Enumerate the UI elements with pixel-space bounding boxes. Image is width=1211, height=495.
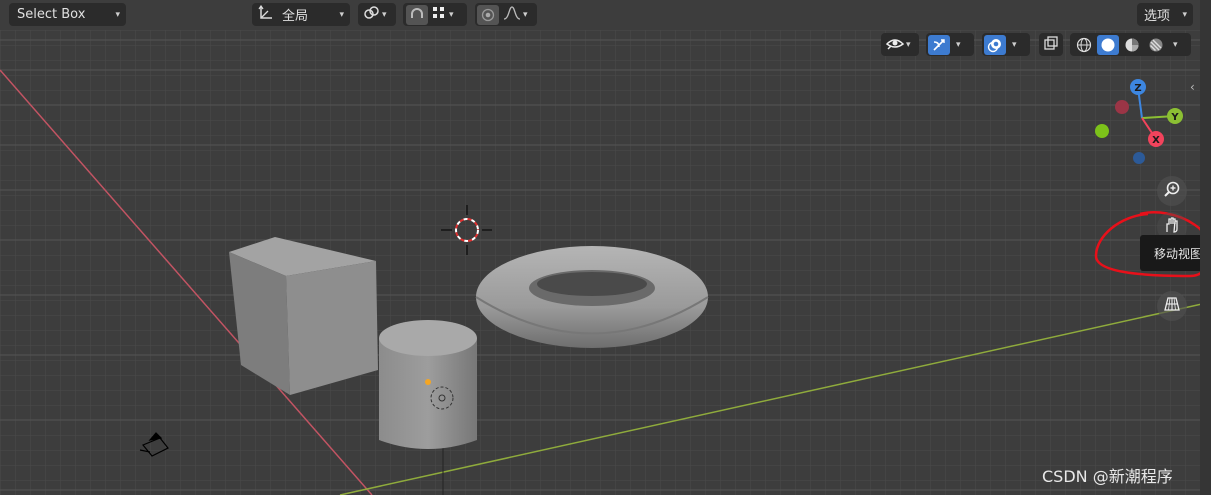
zoom-view-icon [1163,180,1181,202]
wireframe-shading-icon[interactable] [1073,35,1095,55]
chevron-down-icon: ▾ [1012,39,1017,50]
3d-viewport[interactable]: Z Y X Select Box ▾ 全局 ▾ ▾ ▾ ▾ 选项 ▾ ▾ ▾ ▾… [0,0,1211,495]
gizmo-neg-x[interactable] [1115,100,1129,114]
chevron-down-icon: ▾ [1173,39,1178,50]
transform-orientation-icon [258,4,274,25]
xray-toggle-icon [1043,35,1059,55]
overlay-toggle[interactable]: ▾ [982,33,1030,56]
rendered-shading-icon[interactable] [1145,35,1167,55]
options-dropdown[interactable]: 选项 ▾ [1137,3,1193,26]
snap-controls[interactable]: ▾ [403,3,467,26]
chevron-down-icon: ▾ [523,9,528,20]
chevron-down-icon: ▾ [339,9,344,20]
visibility-dropdown[interactable]: ▾ [881,33,919,56]
cylinder-object[interactable] [379,320,477,449]
overlay-icon[interactable] [984,34,1006,55]
xray-toggle[interactable] [1039,33,1063,56]
proportional-editing-icon[interactable] [477,4,499,25]
chevron-down-icon: ▾ [906,39,911,50]
csdn-watermark: CSDN @新潮程序 [1042,467,1173,486]
gizmo-icon[interactable] [928,34,950,55]
pivot-point-icon [363,5,381,25]
gizmo-y-label: Y [1170,112,1179,123]
ortho-toggle-button[interactable] [1157,291,1187,321]
viewport-scene[interactable]: Z Y X [0,0,1211,495]
select-box-dropdown[interactable]: Select Box ▾ [9,3,126,26]
chevron-down-icon: ▾ [449,9,454,20]
select-box-label: Select Box [17,7,86,22]
proportional-editing-controls[interactable]: ▾ [475,3,537,26]
chevron-down-icon: ▾ [382,9,387,20]
shading-mode-group[interactable]: ▾ [1070,33,1191,56]
chevron-down-icon: ▾ [115,9,120,20]
camera-view-button[interactable] [1157,256,1187,286]
torus-object[interactable] [475,246,709,348]
gizmo-z-label: Z [1134,83,1141,94]
options-label: 选项 [1144,9,1171,24]
snap-grid-icon[interactable] [432,6,446,24]
falloff-curve-icon[interactable] [503,5,521,24]
gizmo-x-label: X [1152,135,1160,146]
sidebar-expand-icon[interactable]: ‹ [1190,80,1195,94]
snap-magnet-icon[interactable] [406,4,428,25]
chevron-down-icon: ▾ [1182,9,1187,20]
solid-shading-icon[interactable] [1097,34,1119,55]
transform-orientation-dropdown[interactable]: 全局 ▾ [252,3,350,26]
pivot-point-dropdown[interactable]: ▾ [358,3,396,26]
eye-visibility-icon [885,35,905,55]
chevron-down-icon: ▾ [956,39,961,50]
ortho-grid-icon [1163,295,1181,317]
material-shading-icon[interactable] [1121,35,1143,55]
zoom-view-button[interactable] [1157,176,1187,206]
sidebar-edge [1200,0,1211,495]
gizmo-neg-z[interactable] [1133,152,1145,164]
gizmo-toggle[interactable]: ▾ [926,33,974,56]
transform-orientation-label: 全局 [282,9,309,24]
cube-object[interactable] [229,237,378,395]
gizmo-neg-y[interactable] [1095,124,1109,138]
